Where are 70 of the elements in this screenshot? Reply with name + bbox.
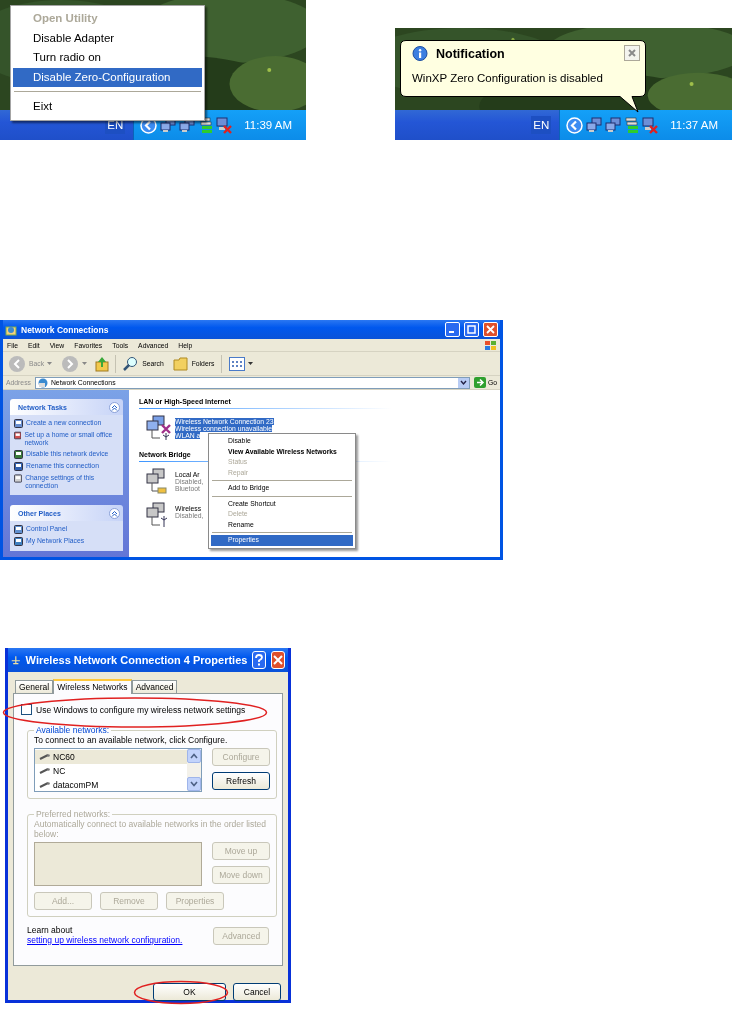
tab[interactable]: Wireless Networks bbox=[53, 679, 132, 694]
up-folder-icon[interactable] bbox=[94, 355, 111, 372]
network-adapter-icon bbox=[11, 654, 21, 666]
instruction-text: To connect to an available network, click Configure. bbox=[34, 735, 229, 745]
menu-item[interactable]: Turn radio on bbox=[13, 48, 202, 68]
close-icon bbox=[486, 325, 495, 334]
notification-message: WinXP Zero Configuration is disabled bbox=[412, 72, 603, 84]
push-button[interactable]: OK bbox=[153, 983, 226, 1001]
folder-icon bbox=[172, 356, 189, 371]
caret-icon bbox=[82, 361, 88, 366]
question-mark-icon bbox=[254, 654, 265, 666]
caret-icon bbox=[47, 361, 53, 366]
menu-item[interactable]: Disable Zero-Configuration bbox=[13, 67, 202, 87]
close-icon bbox=[273, 655, 284, 665]
wireless-network-icon bbox=[39, 754, 50, 760]
grid-icon bbox=[229, 356, 246, 371]
scroll-up-button[interactable] bbox=[187, 749, 201, 763]
wireless-network-icon bbox=[39, 768, 50, 774]
caret-icon bbox=[248, 361, 254, 366]
instruction-text: Automatically connect to available networks in the order listed below: bbox=[34, 819, 267, 839]
group-label: Preferred networks: bbox=[35, 809, 112, 819]
network-name: datacomPM bbox=[53, 780, 99, 790]
tab[interactable]: Advanced bbox=[131, 680, 178, 693]
network-list-item[interactable]: NC bbox=[35, 764, 187, 778]
language-indicator[interactable]: EN bbox=[531, 116, 552, 134]
info-icon bbox=[412, 46, 428, 62]
maximize-button[interactable] bbox=[464, 322, 479, 337]
checkbox-label: Use Windows to configure my wireless network settings bbox=[36, 704, 246, 715]
help-button[interactable] bbox=[252, 651, 267, 669]
views-button[interactable] bbox=[227, 354, 256, 373]
help-link[interactable]: setting up wireless network configuration. bbox=[27, 935, 183, 945]
network-name: NC bbox=[53, 766, 66, 776]
dropdown-icon[interactable] bbox=[457, 377, 469, 388]
group-label: Available networks: bbox=[35, 725, 111, 735]
search-icon bbox=[123, 355, 140, 372]
network-list-item[interactable]: NC60 bbox=[35, 750, 187, 764]
push-button[interactable]: Cancel bbox=[233, 983, 281, 1001]
close-button[interactable] bbox=[624, 45, 640, 61]
checkbox[interactable] bbox=[21, 704, 32, 715]
network-list[interactable]: NC60 NC datacomPM bbox=[34, 748, 202, 792]
network-disconnected-icon[interactable] bbox=[641, 116, 660, 134]
window-title: Network Connections bbox=[21, 324, 110, 335]
network-disconnected-icon[interactable] bbox=[215, 116, 234, 134]
scrollbar[interactable] bbox=[187, 749, 201, 791]
wireless-network-icon bbox=[39, 782, 50, 788]
network-name: NC60 bbox=[53, 752, 75, 762]
window-title: Wireless Network Connection 4 Properties bbox=[25, 654, 248, 666]
help-text: Learn about setting up wireless network configuration. bbox=[27, 925, 184, 945]
push-button[interactable]: Refresh bbox=[212, 772, 270, 790]
notification-title: Notification bbox=[436, 47, 505, 61]
network-globe-icon bbox=[37, 377, 48, 388]
arrow-right-icon bbox=[473, 377, 486, 388]
clock: 11:39 AM bbox=[244, 119, 292, 131]
minimize-button[interactable] bbox=[445, 322, 460, 337]
signal-strength-icon[interactable] bbox=[624, 116, 639, 134]
network-folder-icon bbox=[5, 323, 17, 336]
wireless-disconnected-icon[interactable] bbox=[144, 415, 172, 441]
collapse-icon[interactable] bbox=[109, 401, 120, 413]
windows-flag-icon bbox=[484, 339, 497, 351]
tab[interactable]: General bbox=[15, 680, 54, 693]
menu-item[interactable]: Eixt bbox=[13, 97, 202, 117]
network-list-item[interactable]: datacomPM bbox=[35, 778, 187, 792]
clock: 11:37 AM bbox=[670, 119, 718, 131]
menu-item[interactable]: Disable Adapter bbox=[13, 28, 202, 48]
maximize-icon bbox=[467, 325, 476, 334]
network-computers-icon[interactable] bbox=[605, 117, 622, 133]
signal-strength-icon[interactable] bbox=[198, 116, 213, 134]
network-computers-icon[interactable] bbox=[586, 117, 603, 133]
scroll-down-button[interactable] bbox=[187, 777, 201, 791]
collapse-icon[interactable] bbox=[109, 507, 120, 519]
